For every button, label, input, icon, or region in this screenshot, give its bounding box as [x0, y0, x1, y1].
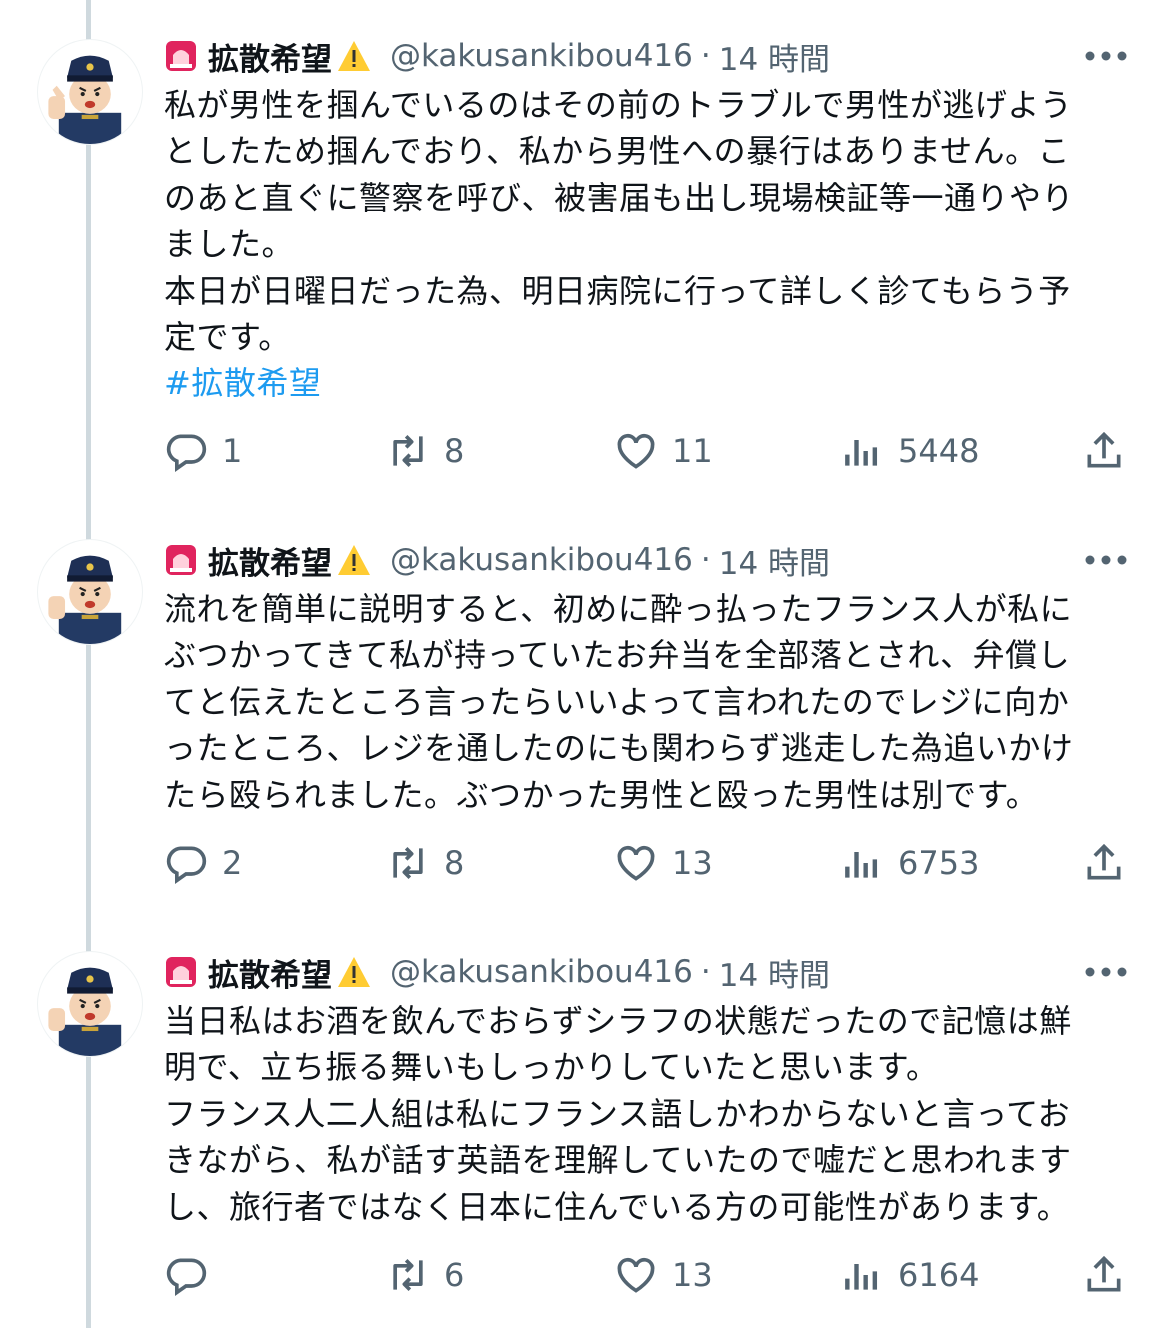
tweet-text-content: 流れを簡単に説明すると、初めに酔っ払ったフランス人が私に ぶつかってきて私が持っ… — [164, 590, 1074, 814]
action-bar: 6 13 6164 — [164, 1250, 1134, 1300]
tweet-3[interactable]: 拡散希望 @kakusankibou416 · 14 時間 当日私はお酒を飲んで… — [0, 916, 1170, 1328]
separator: · — [700, 542, 711, 578]
timestamp[interactable]: 14 時間 — [719, 950, 830, 995]
handle[interactable]: @kakusankibou416 — [390, 38, 693, 74]
timestamp[interactable]: 14 時間 — [719, 34, 830, 79]
reply-button[interactable] — [164, 1250, 222, 1300]
repost-count: 6 — [444, 1256, 465, 1294]
views-count: 6164 — [898, 1256, 980, 1294]
separator: · — [700, 38, 711, 74]
reply-icon — [166, 846, 207, 884]
views-icon — [845, 852, 878, 878]
reply-count: 1 — [222, 432, 243, 470]
reply-button[interactable]: 2 — [164, 838, 242, 888]
tweet-header: 拡散希望 @kakusankibou416 · 14 時間 — [164, 950, 830, 994]
repost-icon — [393, 435, 423, 467]
views-button[interactable]: 5448 — [840, 426, 979, 476]
repost-count: 8 — [444, 844, 465, 882]
siren-icon — [166, 41, 196, 71]
views-button[interactable]: 6164 — [840, 1250, 979, 1300]
warning-icon — [338, 545, 370, 575]
siren-icon — [166, 957, 196, 987]
tweet-header: 拡散希望 @kakusankibou416 · 14 時間 — [164, 34, 830, 78]
siren-icon — [166, 545, 196, 575]
separator: · — [700, 954, 711, 990]
police-avatar-icon — [48, 555, 122, 644]
repost-button[interactable]: 8 — [386, 838, 464, 888]
display-name[interactable]: 拡散希望 — [208, 950, 332, 995]
tweet-text-content: 当日私はお酒を飲んでおらずシラフの状態だったので記憶は鮮 明で、立ち振る舞いもし… — [164, 1002, 1072, 1226]
reply-icon — [166, 1258, 207, 1296]
reply-icon — [166, 434, 207, 472]
like-count: 13 — [672, 844, 713, 882]
share-button[interactable] — [1082, 426, 1140, 476]
display-name[interactable]: 拡散希望 — [208, 538, 332, 583]
more-icon[interactable] — [1084, 554, 1128, 566]
handle[interactable]: @kakusankibou416 — [390, 954, 693, 990]
views-button[interactable]: 6753 — [840, 838, 979, 888]
share-icon — [1087, 1255, 1121, 1292]
tweet-text: 私が男性を掴んでいるのはその前のトラブルで男性が逃げよう としたため掴んでおり、… — [164, 82, 1124, 407]
more-icon[interactable] — [1084, 966, 1128, 978]
like-icon — [617, 1257, 655, 1293]
like-button[interactable]: 13 — [614, 838, 713, 888]
police-avatar-icon — [48, 967, 122, 1056]
reply-button[interactable]: 1 — [164, 426, 242, 476]
like-icon — [617, 845, 655, 881]
avatar[interactable] — [38, 540, 142, 644]
repost-count: 8 — [444, 432, 465, 470]
tweet-text: 流れを簡単に説明すると、初めに酔っ払ったフランス人が私に ぶつかってきて私が持っ… — [164, 586, 1124, 818]
tweet-text: 当日私はお酒を飲んでおらずシラフの状態だったので記憶は鮮 明で、立ち振る舞いもし… — [164, 998, 1124, 1230]
tweet-header: 拡散希望 @kakusankibou416 · 14 時間 — [164, 538, 830, 582]
views-count: 5448 — [898, 432, 980, 470]
repost-button[interactable]: 8 — [386, 426, 464, 476]
avatar[interactable] — [38, 40, 142, 144]
repost-icon — [393, 1259, 423, 1291]
like-icon — [617, 433, 655, 469]
handle[interactable]: @kakusankibou416 — [390, 542, 693, 578]
like-button[interactable]: 11 — [614, 426, 713, 476]
like-button[interactable]: 13 — [614, 1250, 713, 1300]
action-bar: 2 8 13 6753 — [164, 838, 1134, 888]
timestamp[interactable]: 14 時間 — [719, 538, 830, 583]
share-button[interactable] — [1082, 838, 1140, 888]
like-count: 11 — [672, 432, 713, 470]
action-bar: 1 8 11 5448 — [164, 426, 1134, 476]
share-icon — [1087, 431, 1121, 468]
tweet-text-content: 私が男性を掴んでいるのはその前のトラブルで男性が逃げよう としたため掴んでおり、… — [164, 86, 1075, 357]
tweet-1[interactable]: 拡散希望 @kakusankibou416 · 14 時間 私が男性を掴んでいる… — [0, 0, 1170, 500]
tweet-2[interactable]: 拡散希望 @kakusankibou416 · 14 時間 流れを簡単に説明する… — [0, 504, 1170, 914]
warning-icon — [338, 957, 370, 987]
like-count: 13 — [672, 1256, 713, 1294]
more-icon[interactable] — [1084, 50, 1128, 62]
views-icon — [845, 1264, 878, 1290]
repost-icon — [393, 847, 423, 879]
share-icon — [1087, 843, 1121, 880]
share-button[interactable] — [1082, 1250, 1140, 1300]
reply-count: 2 — [222, 844, 243, 882]
hashtag-link[interactable]: #拡散希望 — [164, 360, 1124, 406]
views-icon — [845, 440, 878, 466]
police-avatar-icon — [48, 55, 122, 144]
avatar[interactable] — [38, 952, 142, 1056]
repost-button[interactable]: 6 — [386, 1250, 464, 1300]
views-count: 6753 — [898, 844, 980, 882]
display-name[interactable]: 拡散希望 — [208, 34, 332, 79]
warning-icon — [338, 41, 370, 71]
